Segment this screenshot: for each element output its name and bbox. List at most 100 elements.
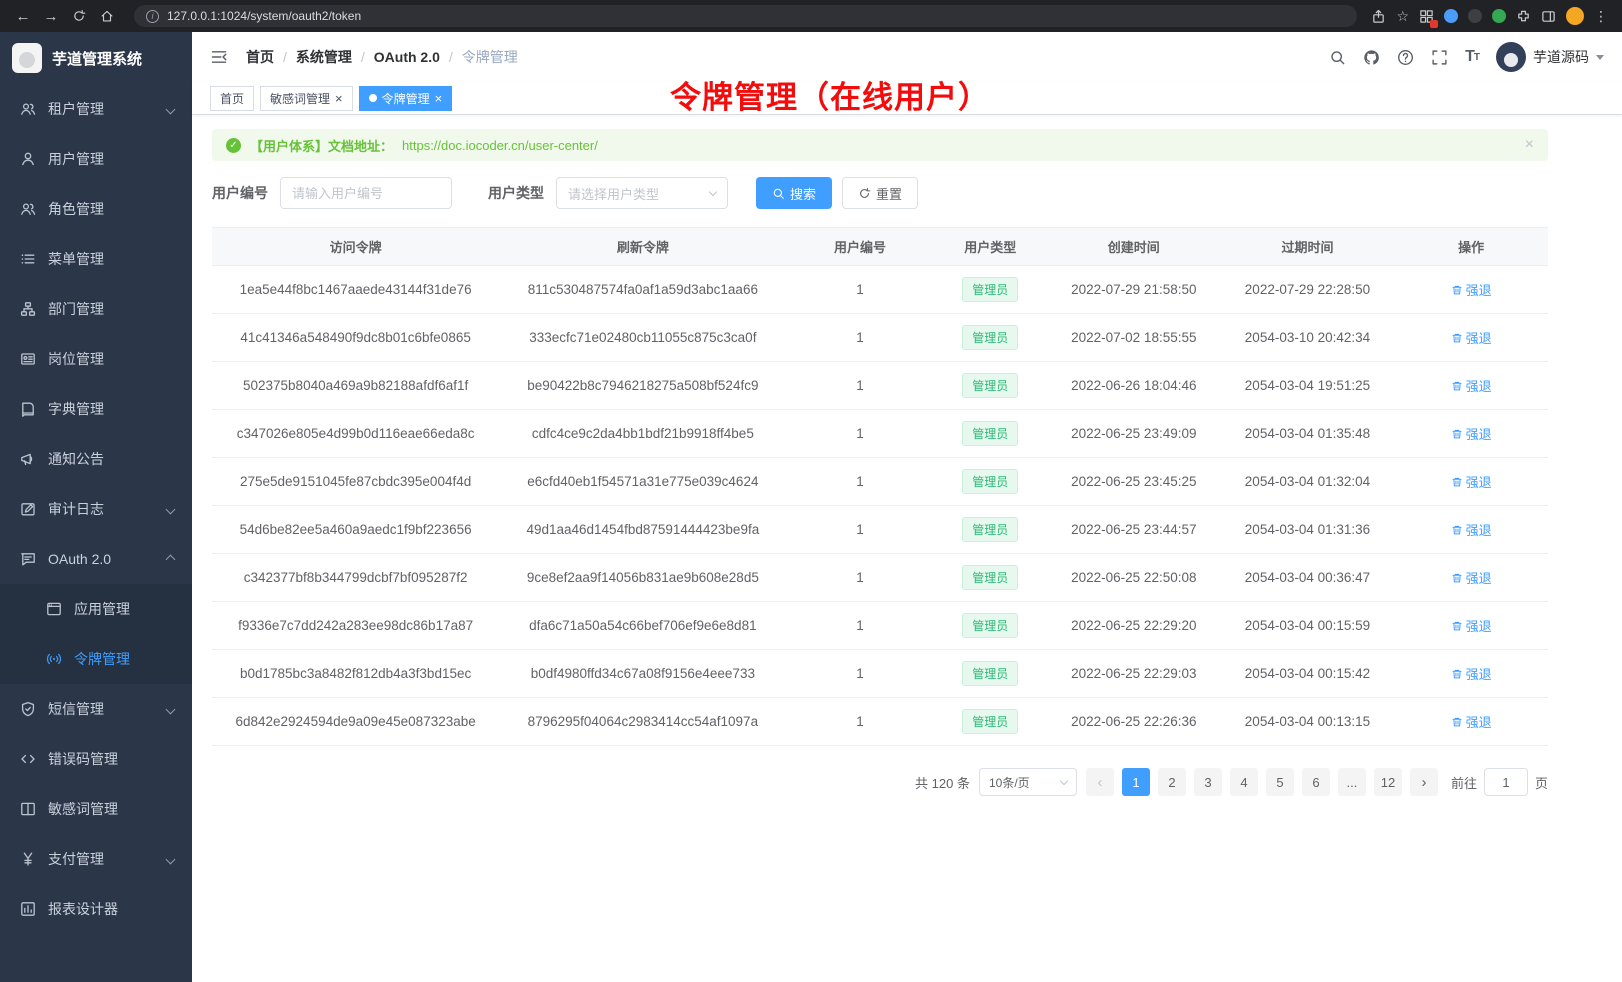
- github-icon[interactable]: [1363, 49, 1380, 66]
- force-logout-button[interactable]: 强退: [1451, 280, 1492, 299]
- success-check-icon: ✓: [226, 138, 241, 153]
- sidebar-item-7[interactable]: 通知公告: [0, 434, 192, 484]
- next-page-button[interactable]: ›: [1410, 768, 1438, 796]
- user-type-select[interactable]: 请选择用户类型: [556, 177, 728, 209]
- trash-icon: [1451, 572, 1463, 584]
- sidebar-item-14[interactable]: 报表设计器: [0, 884, 192, 934]
- fullscreen-icon[interactable]: [1431, 49, 1448, 66]
- chevron-down-icon: [166, 104, 176, 114]
- page-content: ✓ 【用户体系】文档地址： https://doc.iocoder.cn/use…: [192, 115, 1622, 982]
- megaphone-icon: [20, 451, 36, 467]
- page-button-3[interactable]: 3: [1194, 768, 1222, 796]
- view-tab-2[interactable]: 令牌管理×: [359, 86, 453, 111]
- user-id-input[interactable]: [280, 177, 452, 209]
- font-size-icon[interactable]: TT: [1465, 48, 1479, 66]
- site-info-icon[interactable]: i: [146, 10, 159, 23]
- share-icon[interactable]: [1371, 9, 1386, 24]
- sidebar-item-2[interactable]: 角色管理: [0, 184, 192, 234]
- sidebar-item-6[interactable]: 字典管理: [0, 384, 192, 434]
- view-tab-1[interactable]: 敏感词管理×: [260, 86, 353, 111]
- sidebar-item-0[interactable]: 租户管理: [0, 84, 192, 134]
- browser-profile-avatar[interactable]: [1566, 7, 1584, 25]
- alert-doc-link[interactable]: https://doc.iocoder.cn/user-center/: [402, 138, 598, 153]
- breadcrumb-item[interactable]: 首页: [246, 47, 274, 67]
- sidebar-item-9[interactable]: OAuth 2.0: [0, 534, 192, 584]
- user-type-tag: 管理员: [962, 709, 1018, 734]
- force-logout-button[interactable]: 强退: [1451, 664, 1492, 683]
- url-bar[interactable]: i 127.0.0.1:1024/system/oauth2/token: [134, 5, 1357, 27]
- page-button-...[interactable]: ...: [1338, 768, 1366, 796]
- page-button-4[interactable]: 4: [1230, 768, 1258, 796]
- trash-icon: [1451, 476, 1463, 488]
- force-logout-button[interactable]: 强退: [1451, 328, 1492, 347]
- user-type-tag: 管理员: [962, 613, 1018, 638]
- app-title: 芋道管理系统: [52, 48, 142, 69]
- sidebar-item-13[interactable]: 支付管理: [0, 834, 192, 884]
- home-icon[interactable]: [94, 4, 120, 28]
- user-menu[interactable]: 芋道源码: [1496, 42, 1604, 72]
- breadcrumb-item[interactable]: OAuth 2.0: [374, 49, 440, 65]
- user-type-tag: 管理员: [962, 565, 1018, 590]
- sidebar-subitem-1[interactable]: 令牌管理: [0, 634, 192, 684]
- search-button[interactable]: 搜索: [756, 177, 832, 209]
- close-alert-icon[interactable]: ×: [1525, 137, 1534, 153]
- force-logout-button[interactable]: 强退: [1451, 376, 1492, 395]
- sidebar-item-4[interactable]: 部门管理: [0, 284, 192, 334]
- menu-fold-icon[interactable]: [210, 48, 228, 66]
- sidebar-item-1[interactable]: 用户管理: [0, 134, 192, 184]
- view-tab-0[interactable]: 首页: [210, 86, 254, 111]
- force-logout-button[interactable]: 强退: [1451, 568, 1492, 587]
- reload-icon[interactable]: [66, 4, 92, 28]
- expire-time-cell: 2054-03-10 20:42:34: [1221, 314, 1395, 362]
- bookmark-star-icon[interactable]: ☆: [1396, 8, 1409, 25]
- force-logout-button[interactable]: 强退: [1451, 424, 1492, 443]
- extension-grid-icon[interactable]: [1419, 9, 1434, 24]
- help-icon[interactable]: [1397, 49, 1414, 66]
- forward-icon[interactable]: →: [38, 4, 64, 28]
- force-logout-button[interactable]: 强退: [1451, 520, 1492, 539]
- search-icon[interactable]: [1329, 49, 1346, 66]
- user-type-cell: 管理员: [933, 602, 1047, 650]
- side-panel-icon[interactable]: [1541, 9, 1556, 24]
- annotation-text: 令牌管理（在线用户）: [670, 72, 990, 117]
- extension-blue-icon[interactable]: [1444, 9, 1458, 23]
- user-avatar: [1496, 42, 1526, 72]
- page-button-12[interactable]: 12: [1374, 768, 1402, 796]
- page-button-5[interactable]: 5: [1266, 768, 1294, 796]
- access-token-cell: b0d1785bc3a8482f812db4a3f3bd15ec: [212, 650, 499, 698]
- sidebar-subitem-label: 令牌管理: [74, 649, 130, 669]
- page-size-select[interactable]: 10条/页: [979, 768, 1077, 796]
- extension-green-icon[interactable]: [1492, 9, 1506, 23]
- page-button-6[interactable]: 6: [1302, 768, 1330, 796]
- sidebar-item-8[interactable]: 审计日志: [0, 484, 192, 534]
- user-type-label: 用户类型: [488, 183, 544, 203]
- sidebar-item-5[interactable]: 岗位管理: [0, 334, 192, 384]
- page-button-1[interactable]: 1: [1122, 768, 1150, 796]
- force-logout-button[interactable]: 强退: [1451, 616, 1492, 635]
- reset-button[interactable]: 重置: [842, 177, 918, 209]
- breadcrumb-item[interactable]: 系统管理: [296, 47, 352, 67]
- browser-menu-icon[interactable]: ⋮: [1594, 8, 1608, 25]
- sidebar-item-10[interactable]: 短信管理: [0, 684, 192, 734]
- app-logo[interactable]: 芋道管理系统: [0, 32, 192, 84]
- extension-dark-icon[interactable]: [1468, 9, 1482, 23]
- breadcrumb-item[interactable]: 令牌管理: [462, 47, 518, 67]
- trash-icon: [1451, 620, 1463, 632]
- sidebar-subitem-0[interactable]: 应用管理: [0, 584, 192, 634]
- close-tab-icon[interactable]: ×: [435, 92, 443, 105]
- extensions-puzzle-icon[interactable]: [1516, 9, 1531, 24]
- app-window: 芋道管理系统 租户管理用户管理角色管理菜单管理部门管理岗位管理字典管理通知公告审…: [0, 32, 1622, 982]
- force-logout-button[interactable]: 强退: [1451, 712, 1492, 731]
- close-tab-icon[interactable]: ×: [335, 92, 343, 105]
- force-logout-button[interactable]: 强退: [1451, 472, 1492, 491]
- sidebar-item-3[interactable]: 菜单管理: [0, 234, 192, 284]
- sidebar-item-12[interactable]: 敏感词管理: [0, 784, 192, 834]
- trash-icon: [1451, 428, 1463, 440]
- sidebar-item-11[interactable]: 错误码管理: [0, 734, 192, 784]
- back-icon[interactable]: ←: [10, 4, 36, 28]
- page-button-2[interactable]: 2: [1158, 768, 1186, 796]
- user-id-label: 用户编号: [212, 183, 268, 203]
- url-text: 127.0.0.1:1024/system/oauth2/token: [167, 9, 361, 23]
- goto-page-input[interactable]: [1484, 768, 1528, 796]
- prev-page-button[interactable]: ‹: [1086, 768, 1114, 796]
